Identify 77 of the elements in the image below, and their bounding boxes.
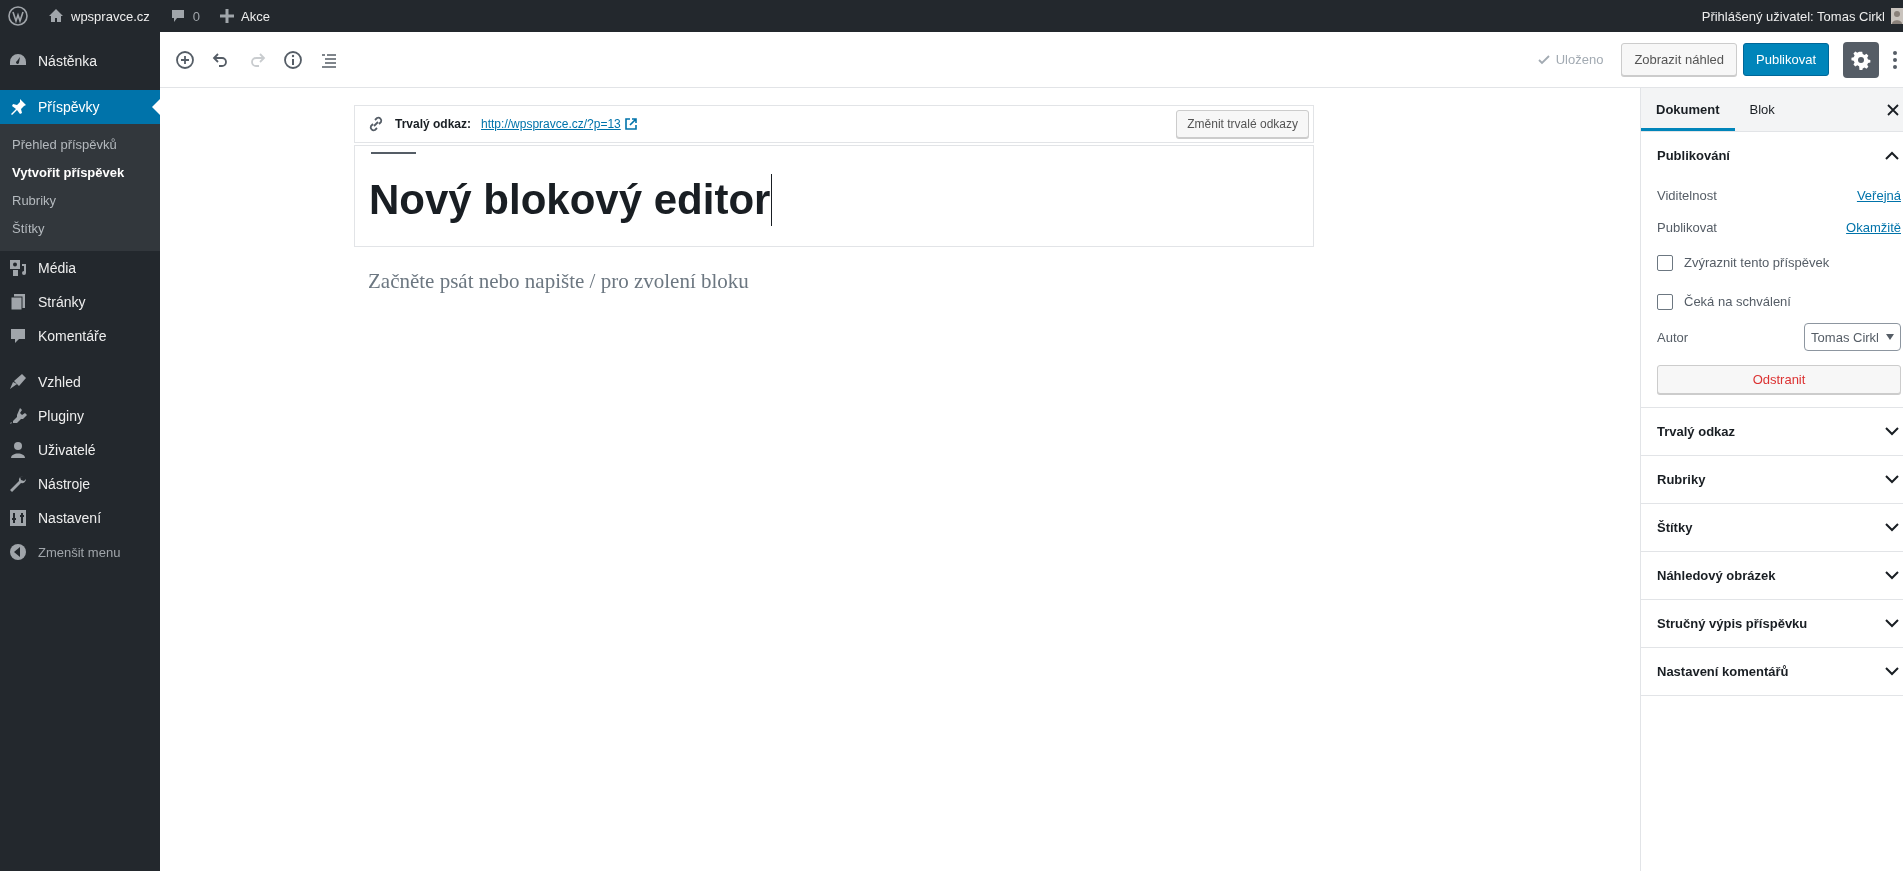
checkbox[interactable]	[1657, 293, 1673, 310]
change-permalinks-button[interactable]: Změnit trvalé odkazy	[1176, 110, 1309, 138]
paragraph-placeholder[interactable]: Začněte psát nebo napište / pro zvolení bloku	[354, 247, 1314, 316]
author-select[interactable]: Tomas Cirkl	[1804, 323, 1901, 351]
delete-button[interactable]: Odstranit	[1657, 365, 1901, 394]
saved-status: Uloženo	[1536, 52, 1604, 67]
sidebar-menu-item[interactable]: Nástroje	[0, 467, 160, 501]
avatar-icon	[1891, 8, 1903, 24]
submenu-item[interactable]: Přehled příspěvků	[0, 131, 160, 159]
comments-link[interactable]: 0	[159, 0, 210, 32]
wrench-icon	[8, 474, 28, 494]
checkbox-label: Zvýraznit tento příspěvek	[1684, 255, 1830, 270]
panel-tab[interactable]: Blok	[1734, 88, 1790, 131]
submenu-item[interactable]: Rubriky	[0, 187, 160, 215]
post-title[interactable]: Nový blokový editor	[369, 174, 771, 226]
preview-button[interactable]: Zobrazit náhled	[1621, 43, 1737, 76]
field-value-link[interactable]: Veřejná	[1856, 187, 1901, 203]
chevron-up-icon	[1885, 151, 1899, 160]
chevron-down-icon	[1885, 427, 1899, 436]
pages-icon	[8, 292, 28, 312]
comment-icon	[8, 326, 28, 346]
close-icon	[1887, 103, 1899, 116]
plug-icon	[8, 406, 28, 426]
plus-icon	[220, 9, 234, 23]
sidebar-menu-item[interactable]: Příspěvky	[0, 90, 160, 124]
settings-icon	[1851, 49, 1871, 70]
section-header[interactable]: Štítky	[1641, 504, 1903, 551]
sidebar-menu-item[interactable]: Uživatelé	[0, 433, 160, 467]
external-link-icon[interactable]	[624, 118, 637, 130]
publish-button[interactable]: Publikovat	[1743, 43, 1829, 76]
sidebar-menu-item[interactable]: Pluginy	[0, 399, 160, 433]
link-icon	[367, 115, 385, 133]
brush-icon	[8, 372, 28, 392]
section-header[interactable]: Rubriky	[1641, 456, 1903, 503]
chevron-down-icon	[1885, 475, 1899, 484]
media-icon	[8, 258, 28, 278]
checkbox-label: Čeká na schválení	[1684, 294, 1791, 309]
permalink-link[interactable]: http://wpspravce.cz/?p=13	[481, 117, 621, 131]
sidebar-menu-item[interactable]: Vzhled	[0, 365, 160, 399]
submenu-item[interactable]: Štítky	[0, 215, 160, 243]
sidebar-menu-item[interactable]: Média	[0, 251, 160, 285]
home-icon	[48, 8, 64, 24]
panel-tab[interactable]: Dokument	[1641, 88, 1735, 131]
chevron-down-icon	[1885, 571, 1899, 580]
section-header[interactable]: Náhledový obrázek	[1641, 552, 1903, 599]
settings-button[interactable]	[1843, 41, 1879, 78]
sidebar-menu-item[interactable]: Nastavení	[0, 501, 160, 535]
kebab-menu-icon	[1893, 50, 1897, 69]
collapse-menu-button[interactable]: Zmenšit menu	[0, 535, 160, 569]
speech-bubble-icon	[169, 8, 186, 24]
new-link[interactable]: Akce	[210, 0, 280, 32]
field-label: Viditelnost	[1657, 187, 1717, 203]
section-header[interactable]: Trvalý odkaz	[1641, 408, 1903, 455]
user-account-link[interactable]: Přihlášený uživatel: Tomas Cirkl	[1691, 0, 1903, 32]
section-header[interactable]: Publikování	[1641, 132, 1903, 179]
sidebar-menu-item[interactable]: Komentáře	[0, 319, 160, 353]
user-icon	[8, 440, 28, 460]
field-value-link[interactable]: Okamžitě	[1846, 219, 1901, 235]
sidebar-menu-item[interactable]: Stránky	[0, 285, 160, 319]
chevron-down-icon	[1885, 619, 1899, 628]
sidebar-menu-item[interactable]: Nástěnka	[0, 44, 160, 78]
chevron-down-icon	[1885, 523, 1899, 532]
section-header[interactable]: Nastavení komentářů	[1641, 648, 1903, 695]
submenu-item[interactable]: Vytvořit příspěvek	[0, 159, 160, 187]
checkbox[interactable]	[1657, 254, 1673, 271]
text-cursor	[771, 174, 773, 226]
field-label: Autor	[1657, 329, 1689, 345]
checkmark-icon	[1536, 52, 1551, 67]
field-label: Publikovat	[1657, 219, 1717, 235]
permalink-label: Trvalý odkaz:	[395, 117, 472, 131]
section-header[interactable]: Stručný výpis příspěvku	[1641, 600, 1903, 647]
chevron-down-icon	[1885, 667, 1899, 676]
sliders-icon	[8, 508, 28, 528]
collapse-icon	[8, 542, 28, 562]
wordpress-logo-icon[interactable]	[8, 6, 28, 26]
dropdown-arrow-icon	[1886, 334, 1894, 340]
site-link[interactable]: wpspravce.cz	[38, 0, 160, 32]
